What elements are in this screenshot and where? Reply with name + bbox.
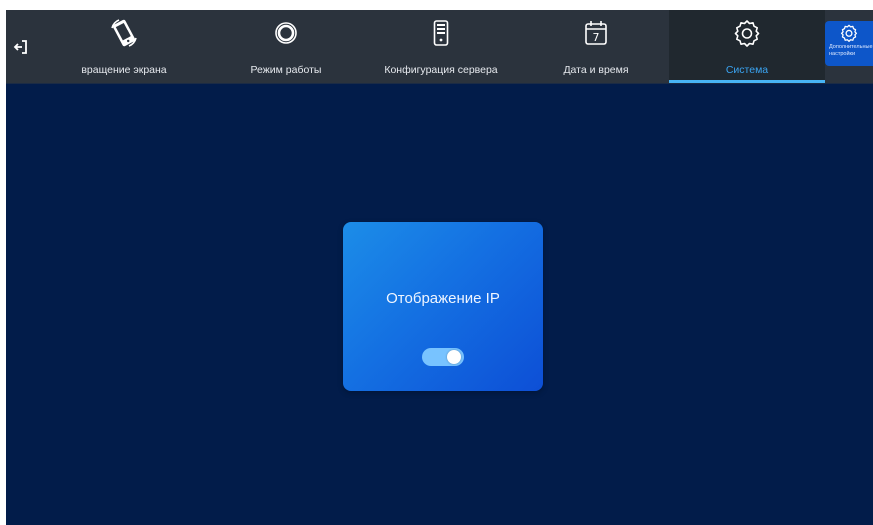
calendar-day: 7: [593, 31, 600, 44]
gear-icon: [840, 24, 858, 42]
calendar-icon: 7: [576, 16, 616, 50]
ip-display-card: Отображение IP: [343, 222, 543, 391]
tab-label: Система: [725, 64, 769, 76]
back-button[interactable]: [6, 10, 36, 83]
tab-screen-rotation[interactable]: вращение экрана: [44, 10, 204, 83]
ring-icon: [266, 16, 306, 50]
screen-rotation-icon: [104, 16, 144, 50]
tab-label: вращение экрана: [81, 64, 167, 76]
top-navigation-bar: вращение экрана Режим работы Конфигураци…: [6, 10, 873, 84]
exit-arrow-icon: [13, 39, 27, 54]
ip-display-toggle[interactable]: [422, 348, 464, 366]
tab-label: Режим работы: [250, 64, 322, 76]
tab-label: Дата и время: [563, 64, 629, 76]
tab-label: Конфигурация сервера: [384, 64, 498, 76]
tab-system[interactable]: Система: [669, 10, 825, 83]
gear-icon: [727, 16, 767, 50]
server-icon: [421, 16, 461, 50]
tab-operating-mode[interactable]: Режим работы: [211, 10, 361, 83]
app-screen: вращение экрана Режим работы Конфигураци…: [6, 10, 873, 525]
tab-date-time[interactable]: 7 Дата и время: [521, 10, 671, 83]
additional-settings-label: Дополнительные настройки: [829, 44, 873, 57]
additional-settings-button[interactable]: Дополнительные настройки: [825, 21, 873, 66]
tab-server-config[interactable]: Конфигурация сервера: [361, 10, 521, 83]
active-tab-indicator: [669, 80, 825, 83]
toggle-knob: [447, 350, 461, 364]
ip-display-title: Отображение IP: [386, 290, 500, 307]
